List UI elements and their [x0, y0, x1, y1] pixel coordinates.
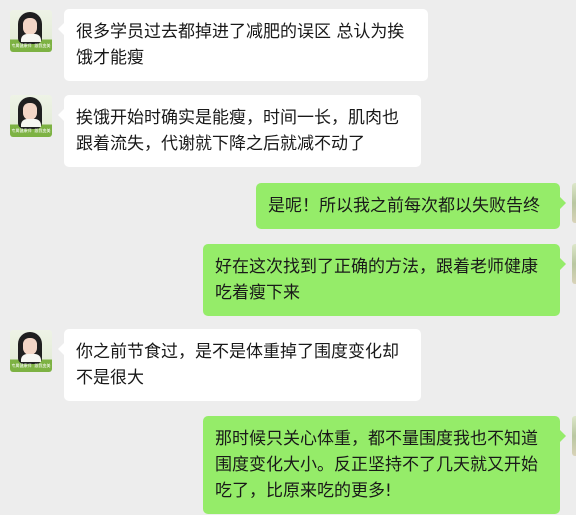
message-bubble-incoming[interactable]: 挨饿开始时确实是能瘦，时间一长，肌肉也跟着流失，代谢就下降之后就减不动了	[58, 95, 421, 167]
user-avatar[interactable]	[572, 244, 576, 284]
avatar-tag-left: 专属健康师	[11, 43, 32, 48]
user-avatar[interactable]	[572, 416, 576, 456]
avatar-tag-right: 跟我变美	[34, 43, 51, 48]
message-bubble-outgoing[interactable]: 好在这次找到了正确的方法，跟着老师健康吃着瘦下来	[203, 244, 566, 316]
user-avatar[interactable]	[572, 183, 576, 223]
message-bubble-incoming[interactable]: 你之前节食过，是不是体重掉了围度变化却不是很大	[58, 329, 421, 401]
message-bubble-outgoing[interactable]: 是呢！所以我之前每次都以失败告终	[256, 183, 566, 229]
contact-avatar[interactable]: 专属健康师 跟我变美	[10, 95, 52, 137]
chat-area: 专属健康师 跟我变美 很多学员过去都掉进了减肥的误区 总认为挨饿才能瘦 专属健康师…	[0, 0, 576, 515]
avatar-tag-left: 专属健康师	[11, 363, 32, 368]
message-bubble-incoming[interactable]: 很多学员过去都掉进了减肥的误区 总认为挨饿才能瘦	[58, 9, 428, 81]
message-bubble-outgoing[interactable]: 那时候只关心体重，都不量围度我也不知道围度变化大小。反正坚持不了几天就又开始吃了…	[203, 416, 566, 514]
avatar-tag-right: 跟我变美	[34, 363, 51, 368]
contact-avatar[interactable]: 专属健康师 跟我变美	[10, 10, 52, 52]
avatar-tag-right: 跟我变美	[34, 128, 51, 133]
avatar-tag-left: 专属健康师	[11, 128, 32, 133]
contact-avatar[interactable]: 专属健康师 跟我变美	[10, 330, 52, 372]
